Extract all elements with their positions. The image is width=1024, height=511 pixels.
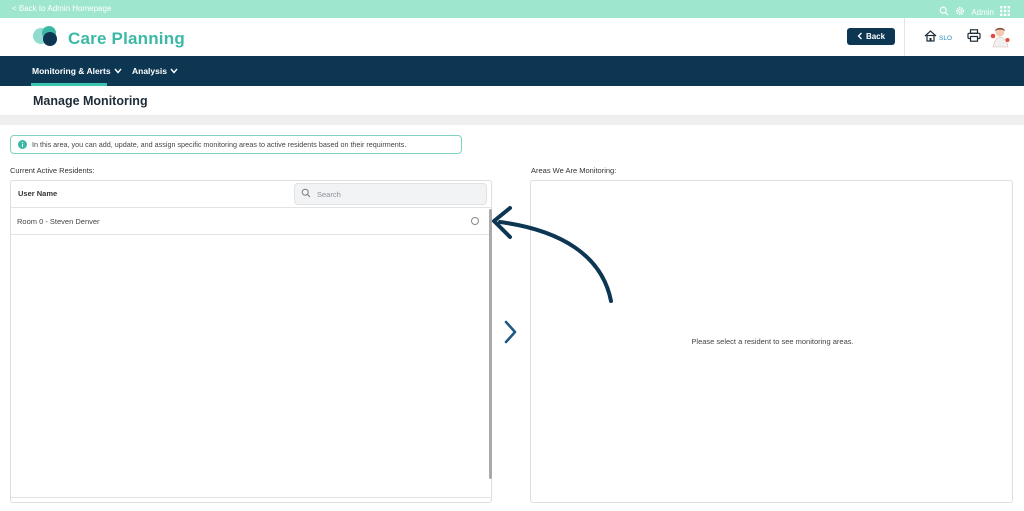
nav-item-label: Monitoring & Alerts bbox=[32, 66, 111, 76]
page-title-bar: Manage Monitoring bbox=[0, 86, 1024, 116]
header-divider bbox=[904, 18, 905, 56]
residents-panel: User Name Room 0 - Steven Denver bbox=[10, 180, 492, 503]
nav-item-analysis[interactable]: Analysis bbox=[132, 66, 178, 76]
nav-item-monitoring-alerts[interactable]: Monitoring & Alerts bbox=[32, 66, 122, 76]
search-icon bbox=[301, 185, 311, 203]
footer-divider bbox=[11, 497, 491, 498]
home-link[interactable]: SLO bbox=[924, 29, 952, 47]
user-name-column-header: User Name bbox=[18, 189, 58, 198]
app-logo[interactable]: Care Planning bbox=[32, 25, 185, 52]
admin-label[interactable]: Admin bbox=[971, 8, 994, 17]
page-title: Manage Monitoring bbox=[33, 94, 148, 108]
annotation-arrow-icon bbox=[480, 200, 620, 315]
main-nav: Monitoring & Alerts Analysis bbox=[0, 56, 1024, 86]
app-title: Care Planning bbox=[68, 28, 185, 48]
back-button[interactable]: Back bbox=[847, 28, 895, 45]
back-to-admin-link[interactable]: < Back to Admin Homepage bbox=[12, 4, 111, 13]
resident-row[interactable]: Room 0 - Steven Denver bbox=[11, 208, 490, 235]
chevron-down-icon bbox=[114, 66, 122, 76]
chevron-down-icon bbox=[170, 66, 178, 76]
info-icon bbox=[18, 136, 27, 154]
info-banner: In this area, you can add, update, and a… bbox=[10, 135, 462, 154]
back-button-label: Back bbox=[865, 32, 886, 41]
chevron-right-icon[interactable] bbox=[503, 320, 519, 349]
home-location-label: SLO bbox=[939, 34, 953, 42]
resident-select-radio[interactable] bbox=[471, 217, 479, 225]
printer-icon[interactable] bbox=[967, 29, 981, 47]
user-avatar[interactable] bbox=[989, 25, 1011, 49]
chevron-left-icon bbox=[857, 32, 863, 42]
residents-section-label: Current Active Residents: bbox=[10, 166, 95, 175]
app-header: Care Planning Back SLO bbox=[0, 18, 1024, 56]
care-planning-logo-icon bbox=[32, 25, 62, 52]
home-icon bbox=[924, 29, 937, 47]
areas-section-label: Areas We Are Monitoring: bbox=[531, 166, 617, 175]
section-separator bbox=[0, 116, 1024, 125]
search-input[interactable] bbox=[317, 189, 477, 199]
resident-name: Room 0 - Steven Denver bbox=[17, 217, 100, 226]
top-bar: < Back to Admin Homepage Admin bbox=[0, 0, 1024, 18]
info-text: In this area, you can add, update, and a… bbox=[32, 140, 407, 149]
empty-state-message: Please select a resident to see monitori… bbox=[691, 337, 854, 346]
nav-item-label: Analysis bbox=[132, 66, 167, 76]
resident-search[interactable] bbox=[294, 183, 487, 205]
